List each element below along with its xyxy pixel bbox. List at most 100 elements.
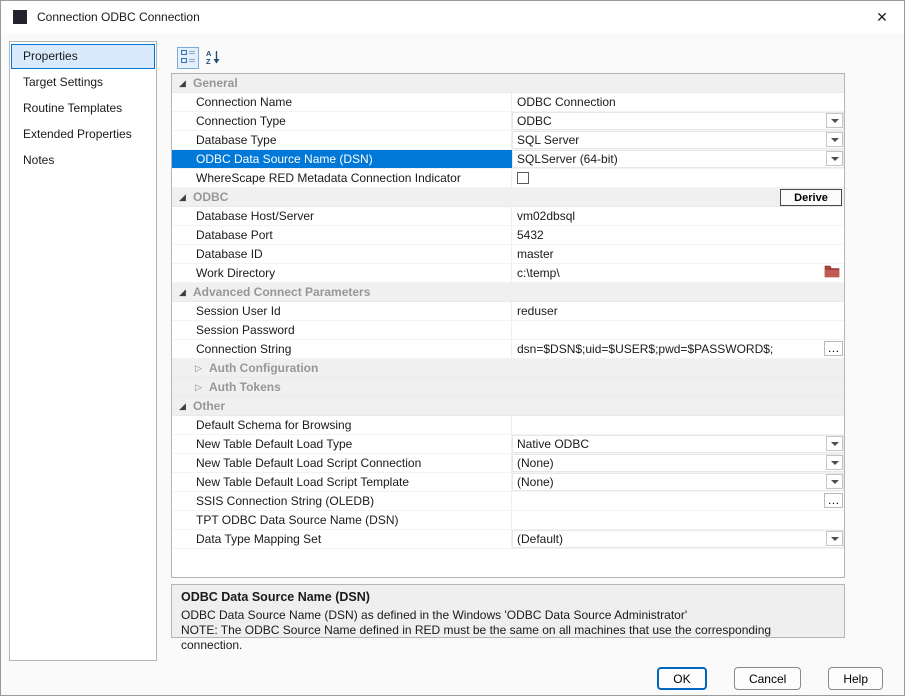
property-row-database-id[interactable]: Database ID master	[172, 245, 844, 264]
dropdown-button[interactable]	[826, 531, 843, 546]
expand-icon[interactable]: ▷	[195, 364, 207, 373]
subcategory-label: Auth Configuration	[209, 361, 318, 375]
description-line-1: ODBC Data Source Name (DSN) as defined i…	[181, 608, 835, 623]
property-row-load-type[interactable]: New Table Default Load Type Native ODBC	[172, 435, 844, 454]
property-name: ODBC Data Source Name (DSN)	[172, 150, 512, 168]
subcategory-row-auth-configuration[interactable]: ▷ Auth Configuration	[172, 359, 844, 378]
sidebar-item-extended-properties[interactable]: Extended Properties	[11, 122, 155, 147]
database-type-dropdown[interactable]: SQL Server	[512, 131, 844, 149]
property-row-database-host-server[interactable]: Database Host/Server vm02dbsql	[172, 207, 844, 226]
dropdown-button[interactable]	[826, 455, 843, 470]
property-value: ODBC Connection	[517, 95, 616, 109]
sort-alphabetical-icon: A Z	[205, 49, 221, 68]
ellipsis-button[interactable]: …	[824, 493, 843, 508]
sidebar-item-routine-templates[interactable]: Routine Templates	[11, 96, 155, 121]
property-value: (None)	[517, 456, 554, 470]
category-row-odbc[interactable]: ◢ ODBC Derive	[172, 188, 844, 207]
chevron-down-icon	[831, 442, 839, 446]
dropdown-button[interactable]	[826, 151, 843, 166]
help-button[interactable]: Help	[828, 667, 883, 690]
sidebar-item-target-settings[interactable]: Target Settings	[11, 70, 155, 95]
data-type-mapping-set-dropdown[interactable]: (Default)	[512, 530, 844, 548]
browse-folder-button[interactable]	[822, 265, 842, 281]
property-row-connection-type[interactable]: Connection Type ODBC	[172, 112, 844, 131]
dropdown-button[interactable]	[826, 474, 843, 489]
metadata-indicator-cell	[512, 169, 844, 187]
property-row-load-script-template[interactable]: New Table Default Load Script Template (…	[172, 473, 844, 492]
work-directory-field[interactable]: c:\temp\	[512, 264, 844, 282]
property-row-load-script-connection[interactable]: New Table Default Load Script Connection…	[172, 454, 844, 473]
database-id-field[interactable]: master	[512, 245, 844, 263]
property-value: master	[517, 247, 554, 261]
sidebar-item-notes[interactable]: Notes	[11, 148, 155, 173]
property-value: reduser	[517, 304, 558, 318]
property-row-odbc-dsn[interactable]: ODBC Data Source Name (DSN) SQLServer (6…	[172, 150, 844, 169]
property-name: Session User Id	[172, 302, 512, 320]
property-row-default-schema[interactable]: Default Schema for Browsing	[172, 416, 844, 435]
chevron-down-icon	[831, 461, 839, 465]
property-grid: ◢ General Connection Name ODBC Connectio…	[171, 73, 845, 578]
connection-name-field[interactable]: ODBC Connection	[512, 93, 844, 111]
property-row-connection-name[interactable]: Connection Name ODBC Connection	[172, 93, 844, 112]
property-row-session-password[interactable]: Session Password	[172, 321, 844, 340]
connection-type-dropdown[interactable]: ODBC	[512, 112, 844, 130]
property-name: Database Port	[172, 226, 512, 244]
metadata-indicator-checkbox[interactable]	[517, 172, 529, 184]
close-icon[interactable]: ✕	[860, 1, 904, 33]
odbc-dsn-dropdown[interactable]: SQLServer (64-bit)	[512, 150, 844, 168]
load-type-dropdown[interactable]: Native ODBC	[512, 435, 844, 453]
property-value: SQL Server	[517, 133, 579, 147]
property-row-work-directory[interactable]: Work Directory c:\temp\	[172, 264, 844, 283]
property-name: Connection Name	[172, 93, 512, 111]
dropdown-button[interactable]	[826, 113, 843, 128]
category-row-advanced-connect-parameters[interactable]: ◢ Advanced Connect Parameters	[172, 283, 844, 302]
session-password-field[interactable]	[512, 321, 844, 339]
collapse-icon[interactable]: ◢	[179, 402, 191, 411]
property-row-session-user-id[interactable]: Session User Id reduser	[172, 302, 844, 321]
subcategory-row-auth-tokens[interactable]: ▷ Auth Tokens	[172, 378, 844, 397]
connection-string-field[interactable]: dsn=$DSN$;uid=$USER$;pwd=$PASSWORD$; …	[512, 340, 844, 358]
load-script-template-dropdown[interactable]: (None)	[512, 473, 844, 491]
collapse-icon[interactable]: ◢	[179, 288, 191, 297]
tpt-dsn-field[interactable]	[512, 511, 844, 529]
ellipsis-button[interactable]: …	[824, 341, 843, 356]
sort-alphabetical-button[interactable]: A Z	[202, 47, 224, 69]
property-value: (Default)	[517, 532, 563, 546]
property-row-database-type[interactable]: Database Type SQL Server	[172, 131, 844, 150]
categorized-view-button[interactable]	[177, 47, 199, 69]
category-row-other[interactable]: ◢ Other	[172, 397, 844, 416]
property-name: Work Directory	[172, 264, 512, 282]
property-name: TPT ODBC Data Source Name (DSN)	[172, 511, 512, 529]
ssis-connection-string-field[interactable]: …	[512, 492, 844, 510]
expand-icon[interactable]: ▷	[195, 383, 207, 392]
dialog-footer: OK Cancel Help	[657, 667, 883, 690]
cancel-button[interactable]: Cancel	[734, 667, 801, 690]
property-name: Connection Type	[172, 112, 512, 130]
ok-button[interactable]: OK	[657, 667, 707, 690]
property-row-ssis-connection-string[interactable]: SSIS Connection String (OLEDB) …	[172, 492, 844, 511]
default-schema-field[interactable]	[512, 416, 844, 434]
property-grid-toolbar: A Z	[177, 47, 224, 69]
derive-button[interactable]: Derive	[780, 189, 842, 206]
property-value: 5432	[517, 228, 544, 242]
load-script-connection-dropdown[interactable]: (None)	[512, 454, 844, 472]
property-row-tpt-dsn[interactable]: TPT ODBC Data Source Name (DSN)	[172, 511, 844, 530]
category-row-general[interactable]: ◢ General	[172, 74, 844, 93]
property-description-panel: ODBC Data Source Name (DSN) ODBC Data So…	[171, 584, 845, 638]
database-port-field[interactable]: 5432	[512, 226, 844, 244]
chevron-down-icon	[831, 138, 839, 142]
sidebar: Properties Target Settings Routine Templ…	[9, 41, 157, 661]
database-host-field[interactable]: vm02dbsql	[512, 207, 844, 225]
session-user-id-field[interactable]: reduser	[512, 302, 844, 320]
sidebar-item-properties[interactable]: Properties	[11, 44, 155, 69]
dropdown-button[interactable]	[826, 132, 843, 147]
property-row-connection-string[interactable]: Connection String dsn=$DSN$;uid=$USER$;p…	[172, 340, 844, 359]
property-row-metadata-indicator[interactable]: WhereScape RED Metadata Connection Indic…	[172, 169, 844, 188]
property-name: SSIS Connection String (OLEDB)	[172, 492, 512, 510]
property-name: Connection String	[172, 340, 512, 358]
property-row-database-port[interactable]: Database Port 5432	[172, 226, 844, 245]
dropdown-button[interactable]	[826, 436, 843, 451]
collapse-icon[interactable]: ◢	[179, 79, 191, 88]
property-row-data-type-mapping-set[interactable]: Data Type Mapping Set (Default)	[172, 530, 844, 549]
collapse-icon[interactable]: ◢	[179, 193, 191, 202]
